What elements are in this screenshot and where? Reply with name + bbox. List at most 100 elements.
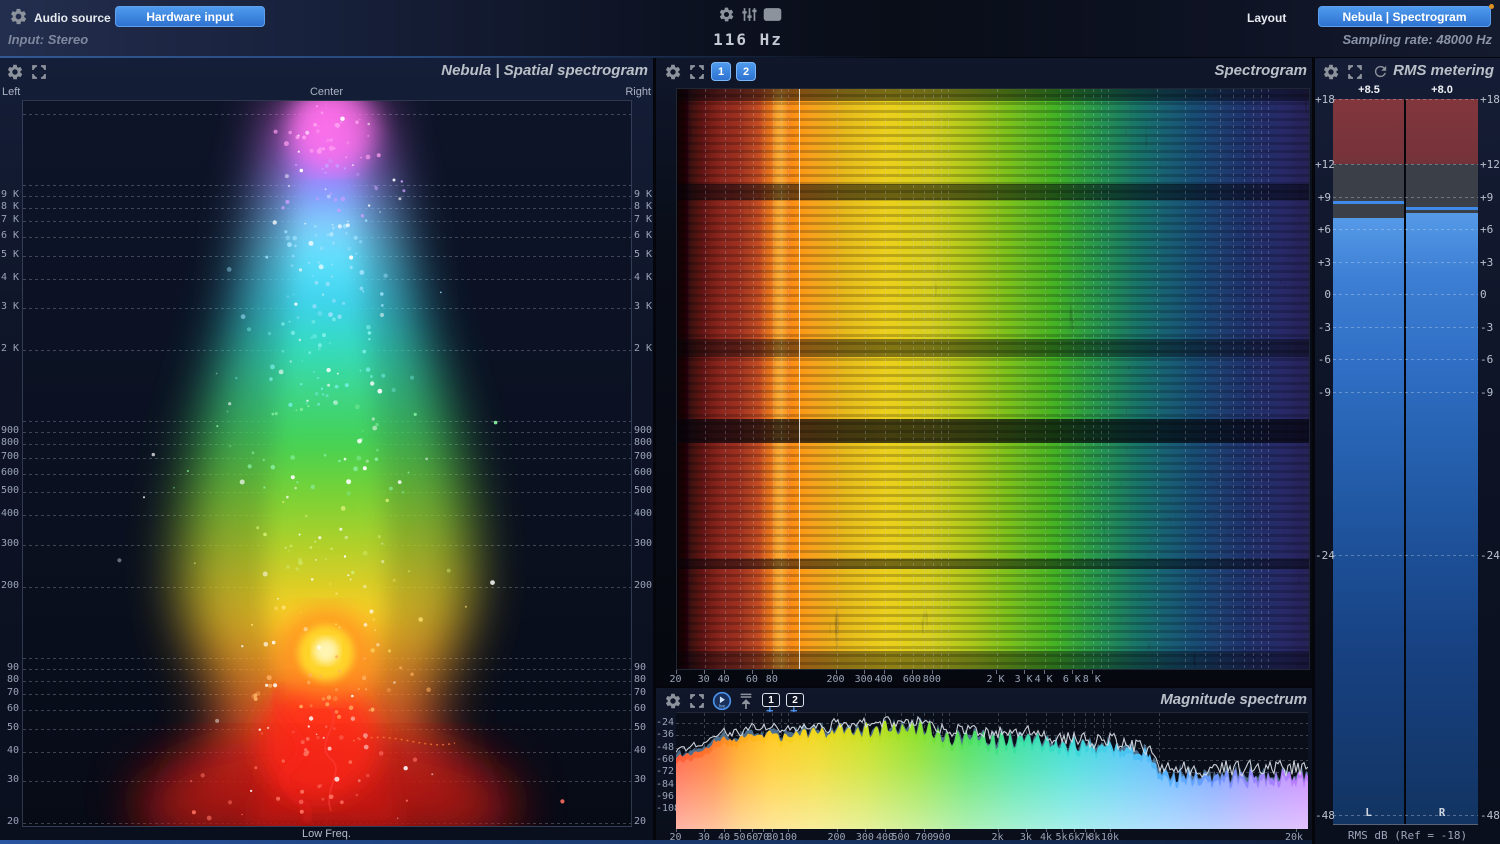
- rms-scale-label: 0: [1480, 288, 1487, 302]
- low-freq-label: Low Freq.: [302, 828, 351, 840]
- freq-grid-line: [1044, 89, 1046, 669]
- rms-scale-label: +12: [1480, 158, 1500, 172]
- rms-expand-icon[interactable]: [1347, 64, 1363, 80]
- rms-scale-label: +12: [1315, 158, 1335, 172]
- spectrogram-gear-icon[interactable]: [664, 63, 682, 81]
- freq-grid-line: [772, 89, 774, 669]
- freq-tick-label: 700: [634, 450, 653, 462]
- freq-tick-label: 3 K: [0, 301, 19, 313]
- rms-scale-label: -3: [1317, 320, 1331, 334]
- rms-scale-label: +3: [1317, 255, 1331, 269]
- spatial-panel: Nebula | Spatial spectrogram Left Center…: [0, 58, 653, 844]
- io-routing-icon[interactable]: [763, 6, 782, 23]
- db-tick-label: -36: [656, 729, 675, 741]
- input-stereo-label: Input: Stereo: [8, 32, 89, 47]
- spatial-plot[interactable]: [22, 100, 632, 827]
- rms-scale-label: +18: [1480, 93, 1500, 106]
- db-tick-label: -72: [656, 766, 675, 778]
- freq-tick-label: 600: [0, 466, 19, 478]
- meter-fill: [1333, 218, 1404, 824]
- audio-source-gear-icon[interactable]: [9, 7, 28, 26]
- freq-grid-line: [781, 89, 783, 669]
- freq-tick-label: 60: [634, 703, 647, 715]
- bottom-accent-strip: [0, 840, 1312, 844]
- freq-tick-label: 70: [6, 687, 19, 699]
- app-window: Audio source Hardware input Input: Stere…: [0, 0, 1500, 844]
- hardware-input-button[interactable]: Hardware input: [115, 6, 265, 27]
- freq-tick-label: 800: [922, 674, 941, 685]
- live-mode-button[interactable]: live: [712, 691, 732, 711]
- rms-scale-label: -9: [1480, 385, 1494, 399]
- rms-gear-icon[interactable]: [1322, 63, 1340, 81]
- magnitude-expand-icon[interactable]: [689, 693, 705, 709]
- meter-overload-zone: [1406, 99, 1478, 165]
- pan-label-center: Center: [309, 86, 344, 98]
- freq-tick-label: 90: [634, 661, 647, 673]
- spatial-gear-icon[interactable]: [6, 63, 24, 81]
- rms-scale-label: +9: [1317, 190, 1331, 204]
- db-tick-label: -48: [656, 741, 675, 753]
- freq-tick-label: 20: [634, 816, 647, 827]
- panel-gap: [653, 58, 656, 844]
- freq-tick-label: 6 K: [0, 230, 19, 242]
- peak-reset-icon[interactable]: [738, 692, 754, 710]
- db-tick-label: -96: [656, 790, 675, 802]
- freq-grid-line: [763, 89, 765, 669]
- rms-left-readout: +8.5: [1358, 84, 1380, 96]
- freq-tick-label: 8 K: [1082, 674, 1101, 685]
- spectrogram-plot[interactable]: [676, 88, 1310, 670]
- freq-tick-label: 30: [634, 774, 647, 786]
- rms-title: RMS metering: [1393, 62, 1494, 79]
- master-gear-icon[interactable]: [718, 6, 735, 23]
- freq-tick-label: 400: [874, 674, 893, 685]
- rms-scale-label: -48: [1480, 809, 1500, 822]
- freq-grid-line: [1261, 89, 1263, 669]
- spectrogram-layer1-button[interactable]: 1: [711, 62, 731, 81]
- freq-grid-line: [1268, 89, 1270, 669]
- freq-tick-label: 700: [0, 450, 19, 462]
- magnitude-title: Magnitude spectrum: [1160, 691, 1307, 708]
- freq-tick-label: 8 K: [0, 200, 19, 212]
- freq-tick-label: 8 K: [634, 200, 653, 212]
- spatial-expand-icon[interactable]: [31, 64, 47, 80]
- magnitude-gear-icon[interactable]: [664, 692, 682, 710]
- freq-tick-label: 30: [6, 774, 19, 786]
- freq-grid-line: [1092, 89, 1094, 669]
- frequency-readout: 116 Hz: [713, 30, 783, 49]
- freq-grid-line: [1083, 89, 1085, 669]
- rms-grid-line: [1333, 391, 1478, 393]
- nebula-cloud: [117, 101, 565, 826]
- freq-tick-label: 300: [634, 537, 653, 549]
- rms-scale-label: +6: [1317, 223, 1331, 237]
- freq-grid-line: [836, 89, 838, 669]
- freq-tick-label: 400: [0, 508, 19, 520]
- freq-grid-line: [941, 89, 943, 669]
- freq-tick-label: 500: [0, 485, 19, 497]
- rms-scale-label: -24: [1480, 548, 1500, 562]
- spectrogram-expand-icon[interactable]: [689, 64, 705, 80]
- svg-text:live: live: [719, 703, 726, 708]
- freq-tick-label: 60: [6, 703, 19, 715]
- freq-tick-label: 500: [634, 485, 653, 497]
- rms-scale-label: +18: [1315, 93, 1335, 106]
- freq-tick-label: 40: [717, 674, 730, 685]
- freq-grid-line: [900, 89, 902, 669]
- magnitude-plot[interactable]: [676, 712, 1308, 829]
- rms-reset-icon[interactable]: [1372, 63, 1389, 80]
- freq-grid-line: [923, 89, 925, 669]
- rms-grid-line: [1333, 326, 1478, 328]
- freq-grid-line: [1232, 89, 1234, 669]
- freq-tick-label: 6 K: [634, 230, 653, 242]
- db-tick-label: -24: [656, 717, 675, 728]
- freq-tick-label: 600: [634, 466, 653, 478]
- freq-tick-label: 4 K: [0, 271, 19, 283]
- rms-scale-label: -48: [1315, 809, 1335, 822]
- layout-preset-button[interactable]: Nebula | Spectrogram: [1318, 6, 1491, 27]
- freq-grid-line: [704, 89, 706, 669]
- freq-grid-line: [752, 89, 754, 669]
- magnitude-spectrum-image: [676, 715, 1308, 829]
- channel-sliders-icon[interactable]: [741, 6, 758, 23]
- spectrogram-layer2-button[interactable]: 2: [736, 62, 756, 81]
- freq-tick-label: 5 K: [634, 248, 653, 260]
- freq-grid-line: [740, 89, 742, 669]
